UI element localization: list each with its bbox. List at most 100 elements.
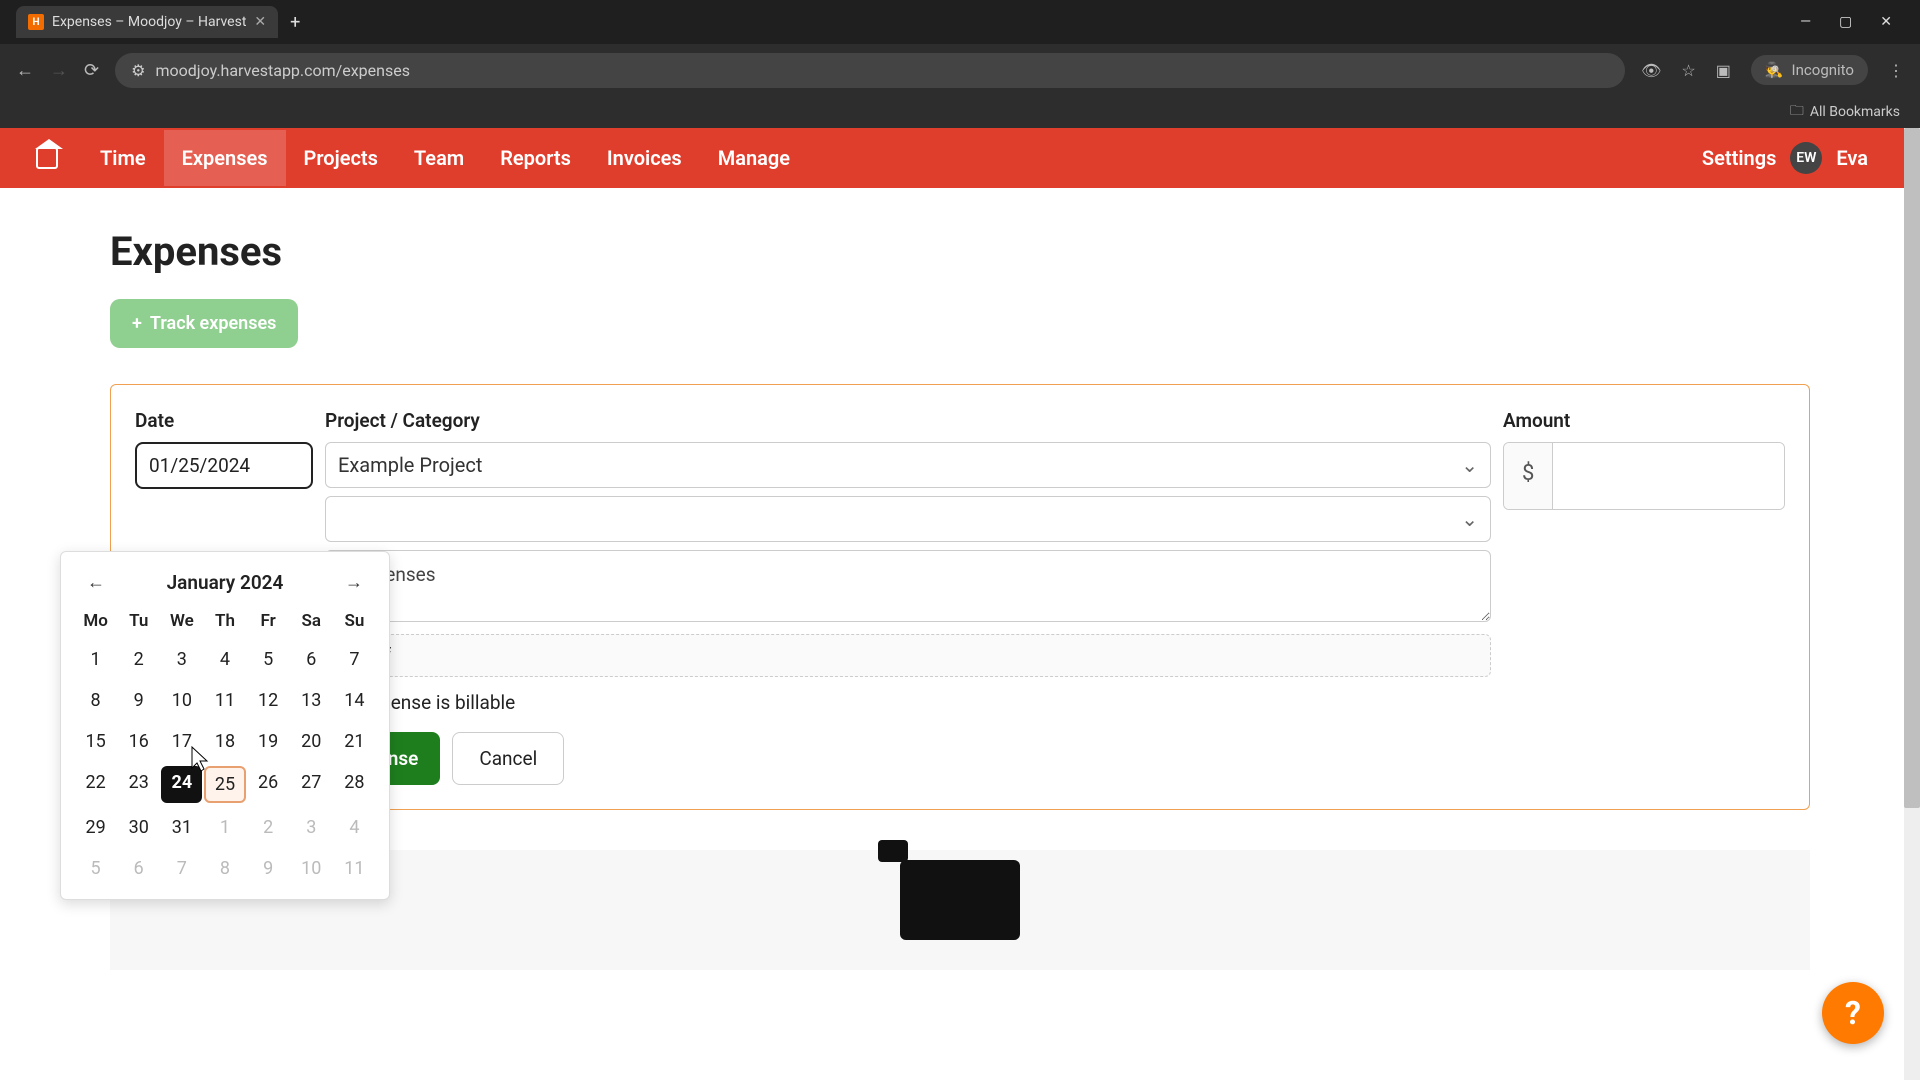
calendar-day[interactable]: 23: [118, 766, 159, 803]
settings-link[interactable]: Settings: [1702, 146, 1776, 170]
amount-input[interactable]: [1553, 443, 1785, 509]
category-select[interactable]: ⌄: [325, 496, 1491, 542]
nav-item-invoices[interactable]: Invoices: [589, 130, 700, 186]
calendar-day[interactable]: 17: [161, 725, 202, 758]
tab-title: Expenses – Moodjoy – Harvest: [52, 14, 246, 30]
project-select[interactable]: Example Project ⌄: [325, 442, 1491, 488]
cancel-button[interactable]: Cancel: [452, 732, 564, 785]
calendar-day[interactable]: 5: [248, 643, 289, 676]
nav-item-projects[interactable]: Projects: [286, 130, 396, 186]
calendar-day[interactable]: 25: [204, 766, 245, 803]
all-bookmarks-button[interactable]: All Bookmarks: [1810, 104, 1900, 120]
chevron-down-icon: ⌄: [1461, 453, 1478, 477]
close-window-icon[interactable]: ✕: [1880, 14, 1892, 30]
nav-item-time[interactable]: Time: [82, 130, 164, 186]
calendar-day[interactable]: 10: [291, 852, 332, 885]
favicon-icon: H: [28, 14, 44, 30]
nav-right: Settings EW Eva: [1702, 142, 1868, 174]
incognito-pill[interactable]: 🕵 Incognito: [1751, 55, 1868, 85]
calendar-day[interactable]: 13: [291, 684, 332, 717]
dow-header: We: [161, 607, 202, 635]
calendar-day[interactable]: 16: [118, 725, 159, 758]
url-input[interactable]: ⚙ moodjoy.harvestapp.com/expenses: [115, 53, 1625, 88]
close-icon[interactable]: ✕: [254, 14, 266, 30]
user-name[interactable]: Eva: [1836, 146, 1868, 170]
calendar-day[interactable]: 5: [75, 852, 116, 885]
scrollbar-thumb[interactable]: [1904, 128, 1920, 808]
help-button[interactable]: ?: [1822, 982, 1884, 1044]
calendar-day[interactable]: 1: [204, 811, 245, 844]
calendar-day[interactable]: 27: [291, 766, 332, 803]
top-nav: TimeExpensesProjectsTeamReportsInvoicesM…: [0, 128, 1904, 188]
calendar-day[interactable]: 8: [204, 852, 245, 885]
calendar-day[interactable]: 20: [291, 725, 332, 758]
forward-button[interactable]: →: [50, 60, 68, 81]
calendar-day[interactable]: 12: [248, 684, 289, 717]
site-settings-icon[interactable]: ⚙: [131, 61, 145, 80]
calendar-day[interactable]: 24: [161, 766, 202, 803]
calendar-day[interactable]: 7: [334, 643, 375, 676]
calendar-day[interactable]: 4: [334, 811, 375, 844]
month-label: January 2024: [167, 571, 284, 594]
calendar-day[interactable]: 18: [204, 725, 245, 758]
home-icon[interactable]: [36, 147, 58, 169]
calendar-day[interactable]: 8: [75, 684, 116, 717]
calendar-day[interactable]: 4: [204, 643, 245, 676]
date-picker: ← January 2024 → MoTuWeThFrSaSu123456789…: [60, 551, 390, 900]
calendar-day[interactable]: 7: [161, 852, 202, 885]
calendar-day[interactable]: 14: [334, 684, 375, 717]
back-button[interactable]: ←: [16, 60, 34, 81]
nav-item-reports[interactable]: Reports: [482, 130, 589, 186]
avatar[interactable]: EW: [1790, 142, 1822, 174]
calendar-day[interactable]: 6: [118, 852, 159, 885]
calendar-day[interactable]: 9: [248, 852, 289, 885]
url-text: moodjoy.harvestapp.com/expenses: [155, 61, 410, 80]
project-value: Example Project: [338, 453, 482, 477]
maximize-icon[interactable]: ▢: [1839, 14, 1852, 30]
track-expenses-button[interactable]: + Track expenses: [110, 299, 298, 348]
date-input[interactable]: [135, 442, 313, 489]
calendar-day[interactable]: 28: [334, 766, 375, 803]
calendar-day[interactable]: 29: [75, 811, 116, 844]
dow-header: Tu: [118, 607, 159, 635]
bookmark-icon[interactable]: ☆: [1681, 61, 1695, 80]
nav-item-team[interactable]: Team: [396, 130, 482, 186]
nav-item-expenses[interactable]: Expenses: [164, 130, 286, 186]
calendar-day[interactable]: 19: [248, 725, 289, 758]
calendar-day[interactable]: 30: [118, 811, 159, 844]
bookmarks-bar: 🗀 All Bookmarks: [0, 96, 1920, 128]
browser-tab[interactable]: H Expenses – Moodjoy – Harvest ✕: [16, 6, 278, 38]
calendar-day[interactable]: 3: [291, 811, 332, 844]
dow-header: Sa: [291, 607, 332, 635]
calendar-day[interactable]: 22: [75, 766, 116, 803]
calendar-day[interactable]: 2: [248, 811, 289, 844]
notes-input[interactable]: 's expenses: [325, 550, 1491, 622]
panel-icon[interactable]: ▣: [1716, 61, 1731, 80]
calendar-day[interactable]: 10: [161, 684, 202, 717]
eye-off-icon[interactable]: 👁: [1641, 61, 1661, 80]
next-month-button[interactable]: →: [337, 568, 371, 597]
billable-row: s expense is billable: [325, 691, 1491, 714]
calendar-day[interactable]: 11: [334, 852, 375, 885]
file-attachment[interactable]: DF.pdf: [325, 634, 1491, 677]
incognito-label: Incognito: [1792, 61, 1854, 79]
kebab-menu-icon[interactable]: ⋮: [1888, 61, 1904, 80]
calendar-day[interactable]: 31: [161, 811, 202, 844]
calendar-day[interactable]: 11: [204, 684, 245, 717]
calendar-day[interactable]: 1: [75, 643, 116, 676]
reload-button[interactable]: ⟳: [84, 60, 99, 81]
calendar-day[interactable]: 6: [291, 643, 332, 676]
calendar-day[interactable]: 21: [334, 725, 375, 758]
nav-item-manage[interactable]: Manage: [700, 130, 808, 186]
calendar-day[interactable]: 3: [161, 643, 202, 676]
new-tab-button[interactable]: +: [290, 12, 300, 33]
calendar-day[interactable]: 2: [118, 643, 159, 676]
prev-month-button[interactable]: ←: [79, 568, 113, 597]
app: TimeExpensesProjectsTeamReportsInvoicesM…: [0, 128, 1920, 1080]
calendar-day[interactable]: 9: [118, 684, 159, 717]
calendar-day[interactable]: 26: [248, 766, 289, 803]
minimize-icon[interactable]: —: [1800, 14, 1811, 30]
calendar-day[interactable]: 15: [75, 725, 116, 758]
tab-bar: H Expenses – Moodjoy – Harvest ✕ + — ▢ ✕: [0, 0, 1920, 44]
track-expenses-label: Track expenses: [150, 313, 277, 334]
